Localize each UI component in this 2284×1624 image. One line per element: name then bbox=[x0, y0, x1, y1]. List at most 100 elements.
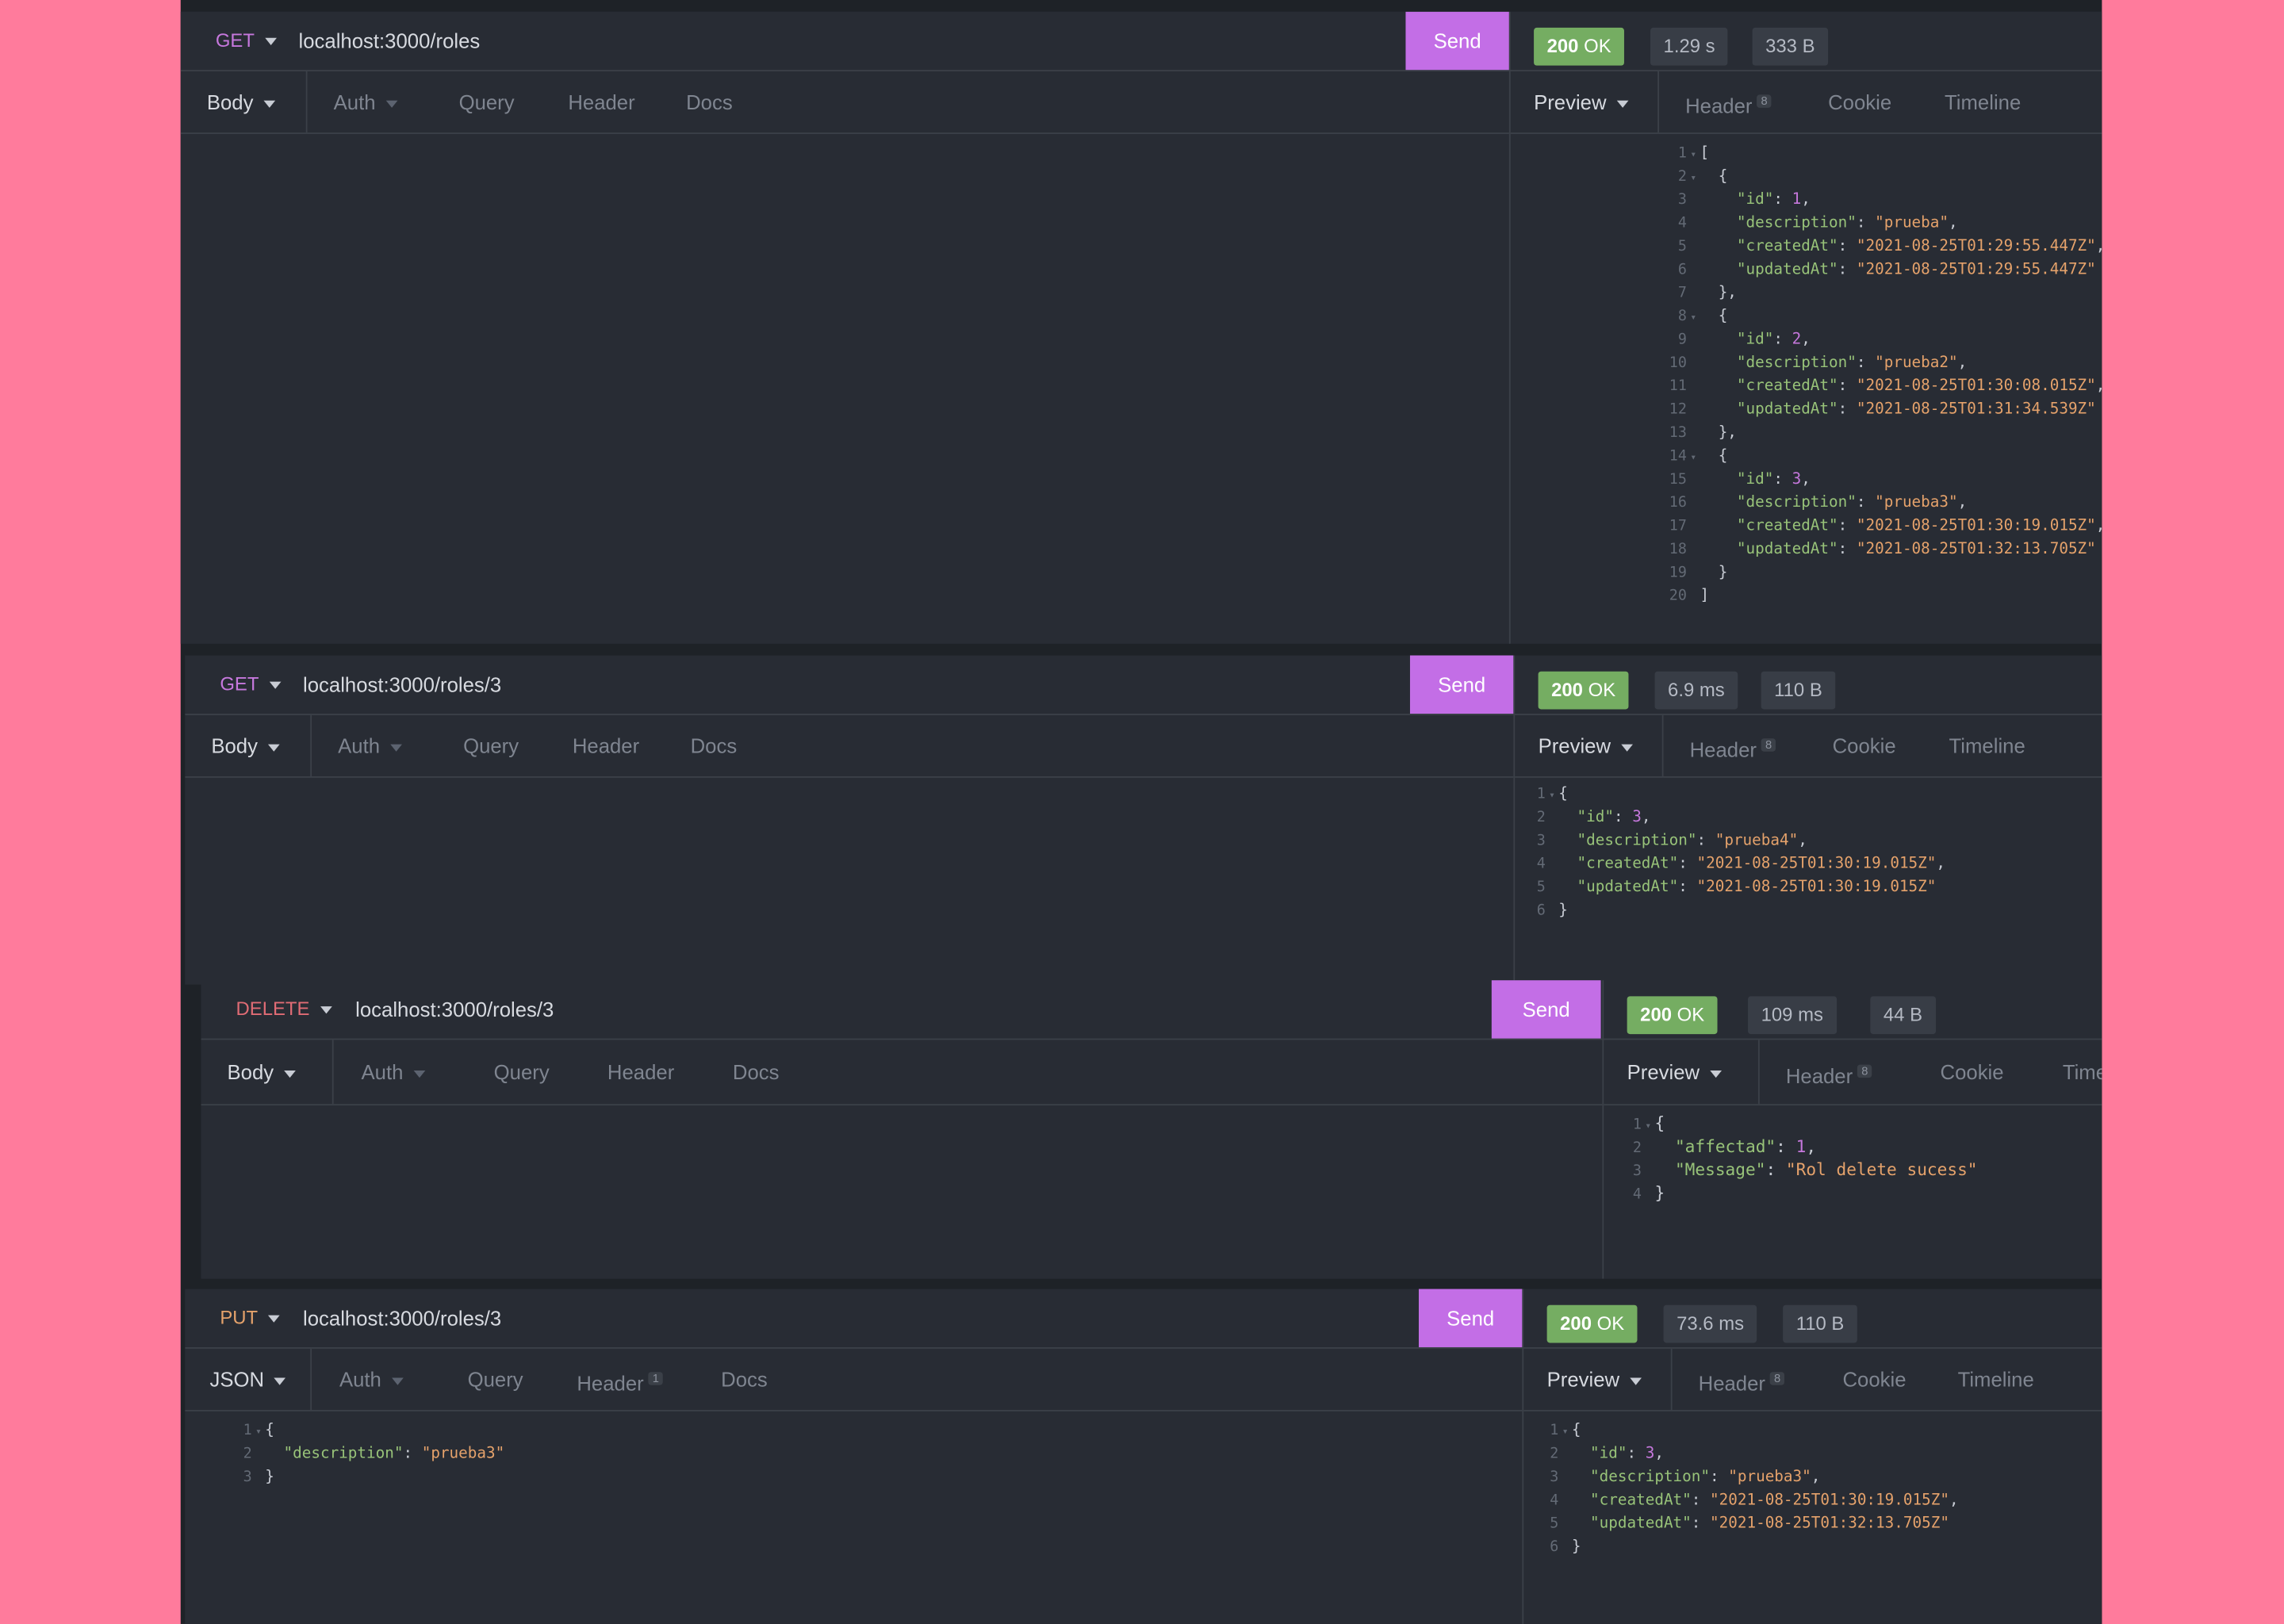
tab-response-header[interactable]: Header 8 bbox=[1685, 71, 1772, 132]
fold-arrow-icon[interactable]: ▾ bbox=[1546, 783, 1559, 806]
method-selector[interactable]: GET bbox=[216, 12, 277, 70]
tab-timeline[interactable]: Timeline bbox=[1945, 71, 2021, 132]
code-token: "description" bbox=[1700, 214, 1857, 232]
response-size-badge: 333 B bbox=[1752, 27, 1829, 66]
url-bar: GET localhost:3000/roles Send 200 OK 1.2… bbox=[180, 11, 2102, 71]
tab-cookie[interactable]: Cookie bbox=[1842, 1349, 1906, 1410]
url-input[interactable]: localhost:3000/roles/3 bbox=[303, 656, 501, 714]
fold-arrow-icon[interactable]: ▾ bbox=[1687, 143, 1700, 166]
url-input[interactable]: localhost:3000/roles/3 bbox=[303, 1289, 501, 1347]
tab-query[interactable]: Query bbox=[494, 1040, 550, 1104]
tab-header[interactable]: Header bbox=[568, 71, 634, 132]
response-tabs: Preview Header 8 Cookie Timeline bbox=[1510, 71, 2102, 134]
tab-docs[interactable]: Docs bbox=[733, 1040, 780, 1104]
line-number: 10 bbox=[1669, 355, 1687, 372]
status-code: 200 bbox=[1640, 1003, 1673, 1026]
send-button[interactable]: Send bbox=[1491, 980, 1601, 1039]
chevron-down-icon bbox=[391, 1377, 404, 1385]
code-token: , bbox=[2096, 517, 2102, 534]
tab-response-header[interactable]: Header 8 bbox=[1690, 715, 1776, 776]
tab-timeline[interactable]: Time bbox=[2063, 1040, 2102, 1104]
tab-body[interactable]: Body bbox=[207, 71, 275, 132]
code-token: "id" bbox=[1700, 470, 1774, 488]
tab-cookie[interactable]: Cookie bbox=[1833, 715, 1896, 776]
code-token: "2021-08-25T01:30:19.015Z" bbox=[1856, 517, 2096, 535]
line-number: 2 bbox=[1677, 169, 1687, 186]
code-line: 1 ▾{ bbox=[1511, 782, 1568, 805]
tab-header[interactable]: Header bbox=[573, 715, 639, 776]
code-token: : bbox=[1691, 1515, 1711, 1533]
tab-cookie[interactable]: Cookie bbox=[1828, 71, 1891, 132]
tab-response-header[interactable]: Header 8 bbox=[1786, 1040, 1872, 1104]
tab-header[interactable]: Header bbox=[607, 1040, 674, 1104]
tab-docs[interactable]: Docs bbox=[691, 715, 738, 776]
code-token: : bbox=[1613, 808, 1633, 826]
method-selector[interactable]: PUT bbox=[220, 1289, 280, 1347]
fold-arrow-icon[interactable]: ▾ bbox=[1687, 306, 1700, 329]
status-code: 200 bbox=[1560, 1312, 1592, 1335]
tab-query[interactable]: Query bbox=[463, 715, 519, 776]
tab-preview-label: Preview bbox=[1627, 1060, 1700, 1084]
fold-arrow-icon[interactable]: ▾ bbox=[252, 1420, 266, 1443]
code-token: : bbox=[1838, 517, 1857, 535]
tab-body[interactable]: Body bbox=[211, 715, 280, 776]
tab-preview[interactable]: Preview bbox=[1627, 1040, 1722, 1104]
code-line: 12 "updatedAt": "2021-08-25T01:31:34.539… bbox=[1652, 397, 2096, 420]
fold-arrow-icon[interactable]: ▾ bbox=[1687, 166, 1700, 189]
tab-auth[interactable]: Auth bbox=[334, 71, 398, 132]
code-line: 6 } bbox=[1523, 1535, 1581, 1558]
request-panel-get-roles: GET localhost:3000/roles Send 200 OK 1.2… bbox=[180, 11, 2102, 644]
fold-arrow-icon[interactable]: ▾ bbox=[1687, 446, 1700, 469]
tab-preview[interactable]: Preview bbox=[1534, 71, 1629, 132]
send-button[interactable]: Send bbox=[1405, 11, 1509, 71]
code-token: 3 bbox=[1632, 808, 1642, 826]
tab-json[interactable]: JSON bbox=[209, 1349, 286, 1410]
tab-preview[interactable]: Preview bbox=[1539, 715, 1633, 776]
code-token: ] bbox=[1700, 587, 1710, 605]
code-line: 4 "createdAt": "2021-08-25T01:30:19.015Z… bbox=[1523, 1488, 1958, 1511]
code-token: } bbox=[1654, 1182, 1665, 1204]
tab-query[interactable]: Query bbox=[468, 1349, 523, 1410]
send-button[interactable]: Send bbox=[1418, 1289, 1523, 1347]
line-number: 4 bbox=[1632, 1186, 1642, 1204]
tab-auth[interactable]: Auth bbox=[338, 715, 402, 776]
code-line: 19 } bbox=[1652, 561, 1727, 584]
url-input[interactable]: localhost:3000/roles/3 bbox=[355, 980, 554, 1038]
tab-header[interactable]: Header 1 bbox=[577, 1349, 664, 1410]
fold-arrow-icon[interactable]: ▾ bbox=[1558, 1420, 1572, 1443]
tab-timeline[interactable]: Timeline bbox=[1958, 1349, 2034, 1410]
tab-response-header[interactable]: Header 8 bbox=[1699, 1349, 1785, 1410]
tab-docs[interactable]: Docs bbox=[686, 71, 733, 132]
response-size-badge: 110 B bbox=[1761, 671, 1836, 710]
tab-auth[interactable]: Auth bbox=[339, 1349, 404, 1410]
tab-query[interactable]: Query bbox=[459, 71, 515, 132]
tab-auth[interactable]: Auth bbox=[362, 1040, 425, 1104]
method-label: GET bbox=[220, 672, 259, 695]
code-token: , bbox=[1801, 190, 1811, 209]
code-token: }, bbox=[1700, 423, 1737, 442]
tab-response-header-label: Header bbox=[1689, 737, 1757, 761]
tab-cookie[interactable]: Cookie bbox=[1941, 1040, 2004, 1104]
code-line: 8 ▾ { bbox=[1652, 304, 1727, 327]
tab-timeline[interactable]: Timeline bbox=[1949, 715, 2025, 776]
method-selector[interactable]: GET bbox=[220, 656, 282, 714]
code-token: : bbox=[1773, 470, 1792, 488]
code-token: "2021-08-25T01:30:19.015Z" bbox=[1696, 855, 1937, 873]
code-token: "prueba" bbox=[1875, 214, 1949, 232]
pane-divider[interactable] bbox=[1602, 980, 1604, 1279]
tab-body[interactable]: Body bbox=[228, 1040, 296, 1104]
code-line: 15 "id": 3, bbox=[1652, 468, 1811, 491]
code-token: , bbox=[1641, 808, 1651, 826]
line-number: 6 bbox=[1550, 1539, 1559, 1556]
url-input[interactable]: localhost:3000/roles bbox=[299, 12, 481, 70]
code-token: "id" bbox=[1558, 808, 1614, 826]
code-token: , bbox=[1654, 1445, 1665, 1463]
tab-docs[interactable]: Docs bbox=[721, 1349, 768, 1410]
url-bar: GET localhost:3000/roles/3 Send 200 OK 6… bbox=[185, 655, 2102, 715]
send-button[interactable]: Send bbox=[1409, 655, 1514, 714]
tab-preview[interactable]: Preview bbox=[1547, 1349, 1642, 1410]
method-selector[interactable]: DELETE bbox=[236, 980, 332, 1038]
